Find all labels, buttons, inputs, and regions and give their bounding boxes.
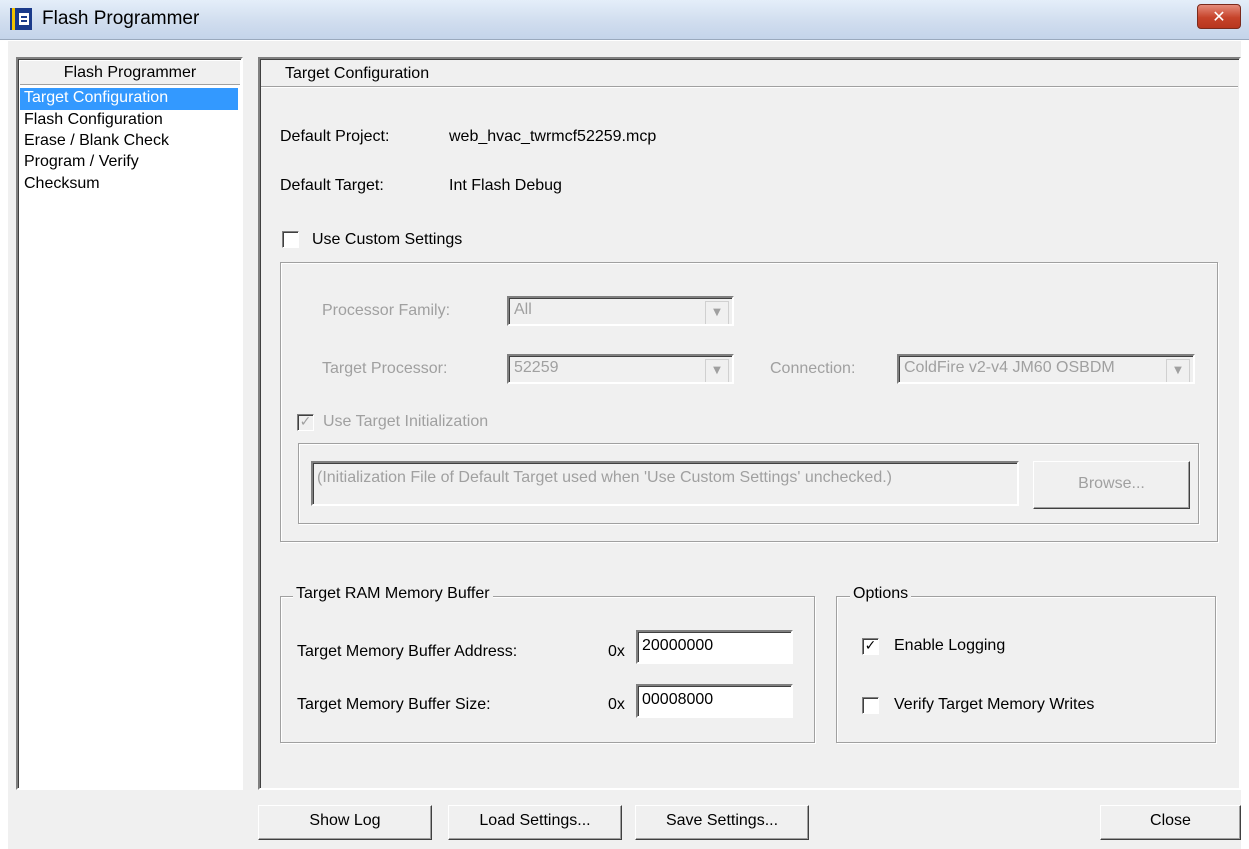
use-custom-settings-checkbox[interactable] (282, 231, 299, 248)
buffer-size-label: Target Memory Buffer Size: (297, 696, 491, 713)
ram-buffer-group-title: Target RAM Memory Buffer (293, 585, 493, 603)
processor-family-value: All (514, 301, 532, 318)
default-project-label: Default Project: (280, 128, 390, 145)
options-group-title: Options (850, 585, 912, 603)
check-icon: ✓ (864, 638, 877, 654)
enable-logging-checkbox[interactable]: ✓ (862, 638, 879, 655)
default-target-value: Int Flash Debug (449, 177, 562, 194)
buffer-address-prefix: 0x (608, 643, 625, 660)
nav-item-erase-blank-check[interactable]: Erase / Blank Check (20, 131, 238, 153)
buffer-size-input[interactable]: 00008000 (636, 684, 793, 718)
use-custom-settings-label: Use Custom Settings (312, 231, 463, 248)
initialization-file-field[interactable]: (Initialization File of Default Target u… (311, 461, 1019, 506)
buffer-address-label: Target Memory Buffer Address: (297, 643, 518, 660)
flash-programmer-app-icon (10, 8, 32, 30)
load-settings-button[interactable]: Load Settings... (448, 805, 622, 840)
chevron-down-icon: ▼ (1166, 359, 1190, 382)
chevron-down-icon: ▼ (705, 359, 729, 382)
ram-buffer-group (280, 596, 815, 743)
save-settings-button[interactable]: Save Settings... (635, 805, 809, 840)
buffer-size-prefix: 0x (608, 696, 625, 713)
nav-item-flash-configuration[interactable]: Flash Configuration (20, 110, 238, 132)
check-icon: ✓ (299, 414, 312, 430)
target-processor-label: Target Processor: (322, 360, 448, 377)
connection-label: Connection: (770, 360, 856, 377)
use-target-initialization-label: Use Target Initialization (323, 413, 489, 430)
browse-button[interactable]: Browse... (1033, 461, 1190, 509)
verify-target-memory-writes-label: Verify Target Memory Writes (894, 696, 1095, 713)
enable-logging-label: Enable Logging (894, 637, 1006, 654)
show-log-button[interactable]: Show Log (258, 805, 432, 840)
chevron-down-icon: ▼ (705, 301, 729, 324)
verify-target-memory-writes-checkbox[interactable] (862, 697, 879, 714)
target-processor-value: 52259 (514, 359, 559, 376)
processor-family-select[interactable]: All ▼ (507, 296, 734, 326)
use-target-initialization-checkbox[interactable]: ✓ (297, 414, 314, 431)
close-window-button[interactable]: ✕ (1197, 4, 1241, 29)
nav-item-program-verify[interactable]: Program / Verify (20, 152, 238, 174)
nav-list-header: Flash Programmer (20, 61, 240, 85)
buffer-address-input[interactable]: 20000000 (636, 630, 793, 664)
default-project-value: web_hvac_twrmcf52259.mcp (449, 128, 657, 145)
close-button[interactable]: Close (1100, 805, 1241, 840)
window-title: Flash Programmer (42, 8, 200, 29)
title-bar: Flash Programmer ✕ (0, 0, 1249, 40)
options-group (836, 596, 1216, 743)
nav-item-target-configuration[interactable]: Target Configuration (20, 88, 238, 110)
default-target-label: Default Target: (280, 177, 384, 194)
panel-title: Target Configuration (261, 60, 1238, 87)
target-processor-select[interactable]: 52259 ▼ (507, 354, 734, 384)
processor-family-label: Processor Family: (322, 302, 451, 319)
close-icon: ✕ (1212, 7, 1226, 26)
connection-select[interactable]: ColdFire v2-v4 JM60 OSBDM ▼ (897, 354, 1195, 384)
nav-item-checksum[interactable]: Checksum (20, 174, 238, 196)
connection-value: ColdFire v2-v4 JM60 OSBDM (904, 359, 1115, 376)
